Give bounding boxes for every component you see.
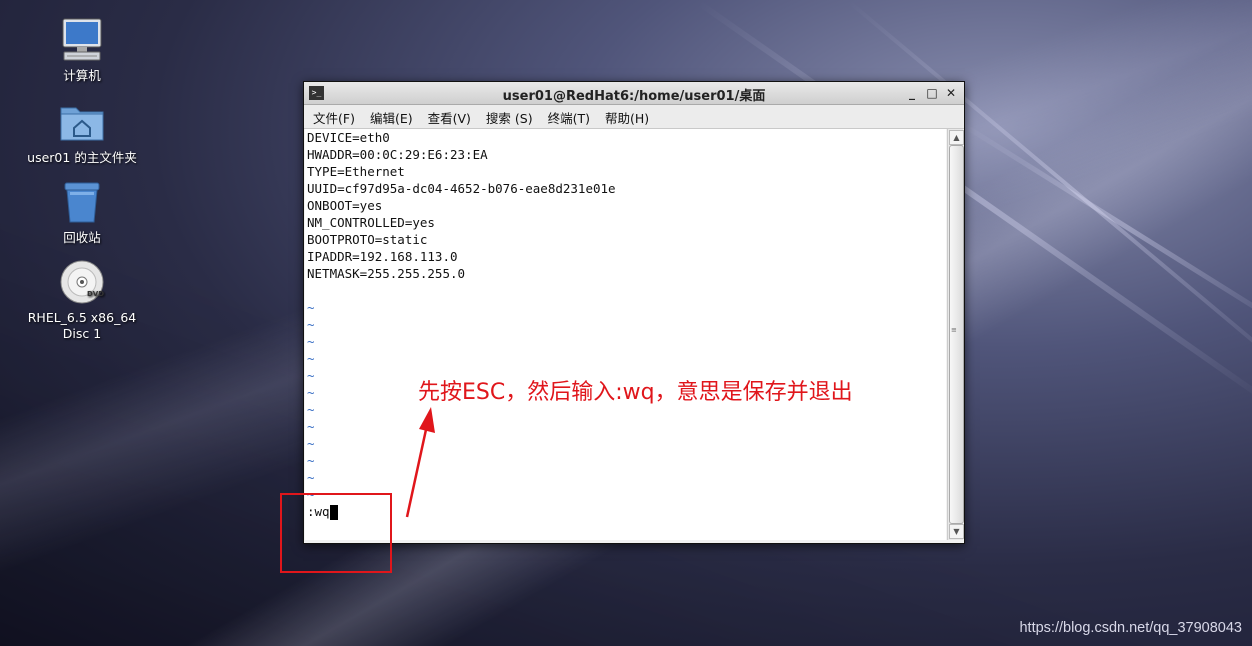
annotation-highlight-box [280, 493, 392, 573]
desktop-icon-label: 计算机 [63, 68, 101, 83]
empty-line-tilde: ~ [307, 300, 315, 315]
dvd-icon: DVD [58, 258, 106, 306]
svg-text:DVD: DVD [87, 290, 104, 298]
annotation-text: 先按ESC，然后输入:wq，意思是保存并退出 [418, 380, 853, 405]
desktop-icon-computer[interactable]: 计算机 [22, 16, 142, 84]
config-line: NM_CONTROLLED=yes [307, 215, 435, 230]
grip-icon: ≡ [951, 326, 957, 334]
config-line: NETMASK=255.255.255.0 [307, 266, 466, 281]
config-line: IPADDR=192.168.113.0 [307, 249, 458, 264]
vertical-scrollbar[interactable]: ▲ ≡ ▼ [947, 129, 964, 540]
menu-help[interactable]: 帮助(H) [596, 105, 655, 127]
menu-terminal[interactable]: 终端(T) [539, 105, 596, 127]
menu-file[interactable]: 文件(F) [304, 105, 361, 127]
desktop-icon-trash[interactable]: 回收站 [22, 178, 142, 246]
scroll-down-icon[interactable]: ▼ [949, 524, 964, 539]
desktop-icon-dvd[interactable]: DVD RHEL_6.5 x86_64 Disc 1 [22, 258, 142, 342]
watermark: https://blog.csdn.net/qq_37908043 [1019, 620, 1242, 636]
empty-line-tilde: ~ [307, 334, 315, 349]
annotation-arrow-icon [405, 407, 435, 518]
empty-line-tilde: ~ [307, 351, 315, 366]
scroll-up-icon[interactable]: ▲ [949, 130, 964, 145]
desktop-icon-label: user01 的主文件夹 [27, 150, 137, 165]
config-line: UUID=cf97d95a-dc04-4652-b076-eae8d231e01… [307, 181, 616, 196]
config-line: ONBOOT=yes [307, 198, 383, 213]
window-title: user01@RedHat6:/home/user01/桌面 [502, 89, 766, 104]
config-line: BOOTPROTO=static [307, 232, 428, 247]
desktop-icon-label: 回收站 [63, 230, 101, 245]
config-line: DEVICE=eth0 [307, 130, 390, 145]
scrollbar-thumb[interactable] [949, 145, 964, 524]
menu-edit[interactable]: 编辑(E) [361, 105, 419, 127]
window-titlebar[interactable]: >_ user01@RedHat6:/home/user01/桌面 _ □ ✕ [304, 82, 964, 105]
home-folder-icon [58, 98, 106, 146]
config-line: TYPE=Ethernet [307, 164, 405, 179]
empty-line-tilde: ~ [307, 317, 315, 332]
desktop-icon-home-folder[interactable]: user01 的主文件夹 [22, 98, 142, 166]
desktop-icon-label: RHEL_6.5 x86_64 [27, 310, 137, 325]
close-button[interactable]: ✕ [943, 85, 959, 101]
menu-search[interactable]: 搜索 (S) [477, 105, 539, 127]
menu-view[interactable]: 查看(V) [419, 105, 477, 127]
config-line: HWADDR=00:0C:29:E6:23:EA [307, 147, 488, 162]
trash-icon [58, 178, 106, 226]
config-line [305, 282, 946, 299]
desktop-icon-label: Disc 1 [62, 326, 102, 341]
minimize-button[interactable]: _ [904, 85, 920, 101]
menu-bar: 文件(F) 编辑(E) 查看(V) 搜索 (S) 终端(T) 帮助(H) [304, 105, 964, 129]
computer-icon [58, 16, 106, 64]
maximize-button[interactable]: □ [924, 85, 940, 101]
